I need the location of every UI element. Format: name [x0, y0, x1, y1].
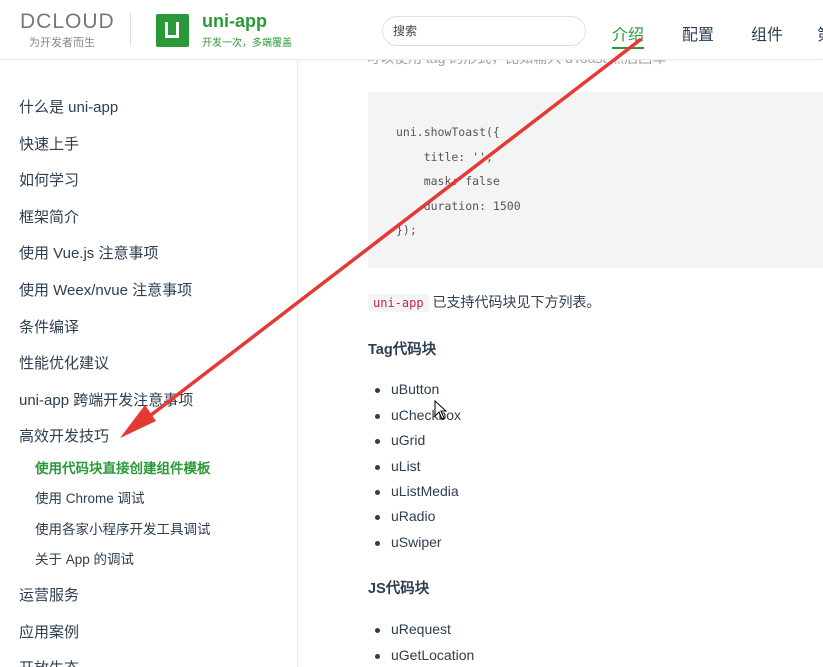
sidebar-subitem-miniprogram-debug[interactable]: 使用各家小程序开发工具调试	[35, 518, 211, 538]
sidebar-item-cross-platform[interactable]: uni-app 跨端开发注意事项	[19, 389, 193, 410]
list-item: uGetLocation	[374, 647, 475, 663]
mouse-cursor-icon	[434, 400, 448, 420]
sidebar-item-cases[interactable]: 应用案例	[19, 621, 79, 642]
sidebar-item-operations[interactable]: 运营服务	[19, 584, 79, 605]
sidebar-subitem-code-snippets[interactable]: 使用代码块直接创建组件模板	[35, 457, 211, 477]
list-item: uButton	[374, 381, 440, 397]
sidebar-subitem-app-debug[interactable]: 关于 App 的调试	[35, 548, 134, 568]
sidebar-item-quickstart[interactable]: 快速上手	[19, 133, 79, 154]
sidebar-item-what-is[interactable]: 什么是 uni-app	[19, 96, 118, 117]
list-item: uGrid	[374, 432, 426, 448]
tag-snippets-heading: Tag代码块	[368, 342, 437, 358]
uniapp-slogan: 开发一次，多端覆盖	[202, 38, 292, 49]
code-line: uni.showToast({	[396, 125, 500, 139]
sidebar-item-weex-notes[interactable]: 使用 Weex/nvue 注意事项	[19, 279, 192, 300]
sidebar-item-ecosystem[interactable]: 开放生态	[19, 657, 79, 667]
sidebar-subitem-chrome-debug[interactable]: 使用 Chrome 调试	[35, 487, 145, 507]
code-line: duration: 1500	[396, 198, 521, 213]
inline-code: uni-app	[368, 294, 429, 312]
code-block: uni.showToast({ title: '', mask: false d…	[368, 92, 823, 268]
sidebar-item-framework[interactable]: 框架简介	[19, 206, 79, 227]
list-item: uSwiper	[375, 534, 442, 550]
intro-paragraph: uni-app 已支持代码块见下方列表。	[368, 292, 600, 312]
uniapp-name[interactable]: uni-app	[202, 11, 267, 32]
sidebar-item-conditional-compile[interactable]: 条件编译	[19, 316, 79, 337]
js-snippets-heading: JS代码块	[368, 581, 430, 597]
nav-components[interactable]: 组件	[751, 21, 783, 45]
list-item: uCheckbox	[374, 407, 462, 423]
code-line: mask: false	[396, 174, 500, 188]
logo-divider	[130, 13, 131, 46]
nav-more[interactable]: 第	[817, 21, 823, 45]
list-item: uRadio	[374, 508, 436, 524]
sidebar: 什么是 uni-app 快速上手 如何学习 框架简介 使用 Vue.js 注意事…	[0, 60, 298, 667]
sidebar-item-vue-notes[interactable]: 使用 Vue.js 注意事项	[19, 242, 158, 263]
doc-content: 可以使用 tag 的形式，比如输入 uToast 然后回车 uni.showTo…	[298, 60, 823, 667]
sidebar-item-performance[interactable]: 性能优化建议	[19, 352, 109, 373]
list-item: uRequest	[375, 621, 451, 637]
sidebar-item-efficiency-tips[interactable]: 高效开发技巧	[19, 425, 109, 446]
nav-config[interactable]: 配置	[682, 21, 714, 45]
dcloud-logo[interactable]: DCLOUD 为开发者而生	[20, 10, 120, 50]
nav-intro[interactable]: 介绍	[612, 21, 645, 49]
list-item: uList	[375, 458, 421, 474]
code-line: title: '',	[396, 149, 493, 164]
top-navbar: DCLOUD 为开发者而生 uni-app 开发一次，多端覆盖 介绍 配置 组件…	[0, 0, 823, 60]
sidebar-item-how-to-learn[interactable]: 如何学习	[19, 169, 79, 190]
scrolled-text-line: 可以使用 tag 的形式，比如输入 uToast 然后回车	[366, 60, 666, 68]
search-input[interactable]	[382, 16, 586, 46]
uniapp-logo-icon[interactable]	[156, 14, 189, 47]
code-text: uni.showToast({ title: '', mask: false d…	[396, 120, 521, 243]
code-line: });	[396, 223, 417, 237]
dcloud-logo-text: DCLOUD	[20, 10, 115, 33]
list-item: uListMedia	[375, 483, 459, 499]
intro-text: 已支持代码块见下方列表。	[432, 294, 601, 310]
dcloud-slogan: 为开发者而生	[29, 37, 95, 49]
